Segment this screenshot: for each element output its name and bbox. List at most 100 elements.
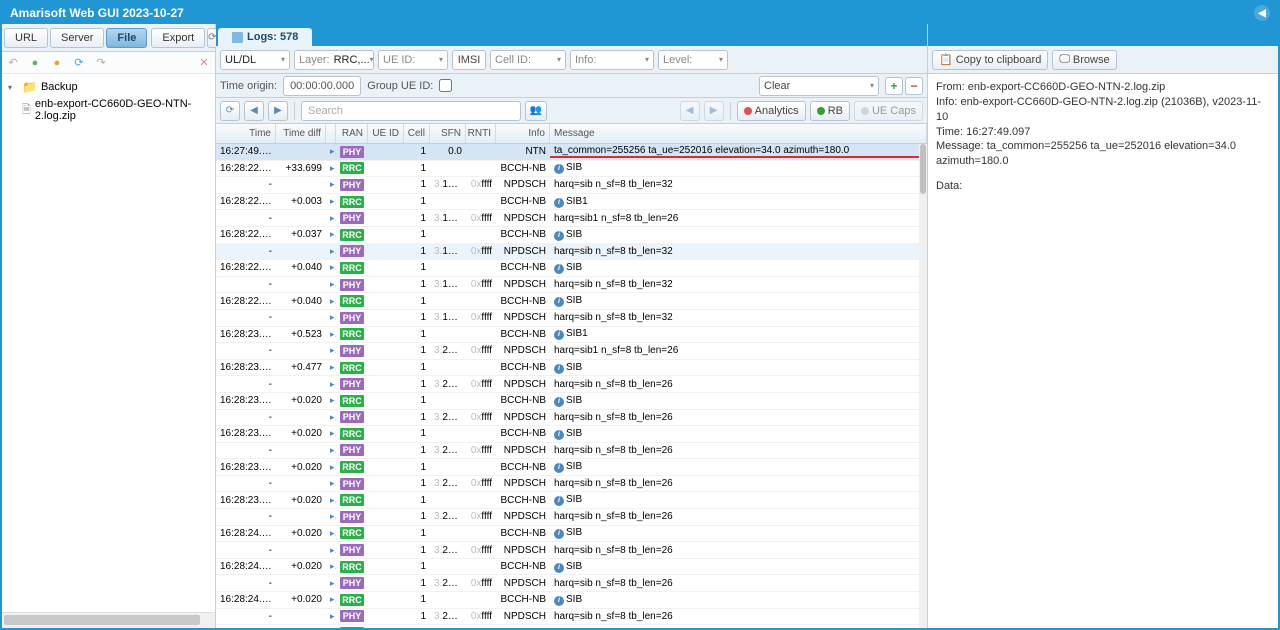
log-panel: Logs: 578 UL/DL▾ Layer:RRC,...▾ UE ID:▾ … — [216, 24, 928, 628]
table-row[interactable]: -▸PHY13.152.10xffffNPDSCHharq=sib n_sf=8… — [216, 277, 927, 294]
sidebar-hscroll[interactable] — [2, 612, 215, 628]
table-row[interactable]: -▸PHY13.148.10xffffNPDSCHharq=sib n_sf=8… — [216, 244, 927, 261]
table-row[interactable]: -▸PHY13.144.10xffffNPDSCHharq=sib n_sf=8… — [216, 177, 927, 194]
tree-toggle-icon[interactable]: ▾ — [8, 83, 18, 92]
tab-label: Logs: 578 — [247, 31, 298, 43]
export-button[interactable]: Export — [151, 28, 205, 48]
col-rnti[interactable]: RNTI — [466, 124, 496, 143]
col-sfn[interactable]: SFN — [430, 124, 466, 143]
forward-icon[interactable]: ↷ — [94, 56, 108, 70]
table-row[interactable]: 16:28:24.016+0.020▸RRC1BCCH-NBiSIB — [216, 526, 927, 543]
cellid-combo[interactable]: Cell ID:▾ — [490, 50, 566, 70]
table-row[interactable]: -▸PHY13.262.10xffffNPDSCHharq=sib n_sf=8… — [216, 476, 927, 493]
layer-combo[interactable]: Layer:RRC,...▾ — [294, 50, 374, 70]
col-cell[interactable]: Cell — [404, 124, 430, 143]
grid-header: Time Time diff RAN UE ID Cell SFN RNTI I… — [216, 124, 927, 144]
from-label: From: — [936, 81, 965, 93]
table-row[interactable]: 16:28:23.916+0.477▸RRC1BCCH-NBiSIB — [216, 360, 927, 377]
analytics-button[interactable]: Analytics — [737, 101, 806, 121]
collapse-icon[interactable]: ◀ — [1254, 5, 1270, 21]
info-label: Info: — [936, 96, 957, 108]
log-grid: Time Time diff RAN UE ID Cell SFN RNTI I… — [216, 124, 927, 628]
search-row: ⟳ ◀ ▶ Search 👥 ◀ ▶ Analytics RB UE Caps — [216, 98, 927, 124]
table-row[interactable]: 16:28:24.076+0.020▸RRC1BCCH-NBiSIB — [216, 625, 927, 628]
table-row[interactable]: 16:28:22.799+0.003▸RRC1BCCH-NBiSIB1 — [216, 194, 927, 211]
table-row[interactable]: -▸PHY13.256.10xffffNPDSCHharq=sib n_sf=8… — [216, 376, 927, 393]
table-row[interactable]: -▸PHY13.264.10xffffNPDSCHharq=sib n_sf=8… — [216, 509, 927, 526]
browse-button[interactable]: 🖵Browse — [1052, 50, 1116, 70]
tree-file[interactable]: 🗎 enb-export-CC660D-GEO-NTN-2.log.zip — [2, 96, 215, 124]
group-ueid-checkbox[interactable] — [439, 79, 452, 92]
back-icon[interactable]: ↶ — [6, 56, 20, 70]
table-row[interactable]: 16:28:22.916+0.040▸RRC1BCCH-NBiSIB — [216, 293, 927, 310]
imsi-button[interactable]: IMSI — [452, 50, 486, 70]
table-row[interactable]: 16:27:49.097▸PHY10.0NTNta_common=255256 … — [216, 144, 927, 161]
col-time[interactable]: Time — [216, 124, 276, 143]
level-combo[interactable]: Level:▾ — [658, 50, 728, 70]
add-button[interactable]: + — [885, 77, 903, 95]
time-origin-label: Time origin: — [220, 80, 277, 92]
nav-prev-result-icon[interactable]: ◀ — [680, 101, 700, 121]
group-ueid-label: Group UE ID: — [367, 80, 433, 92]
reload-icon[interactable]: ⟳ — [72, 56, 86, 70]
table-row[interactable]: 16:28:23.439+0.523▸RRC1BCCH-NBiSIB1 — [216, 327, 927, 344]
clipboard-icon: 📋 — [939, 53, 953, 66]
table-row[interactable]: 16:28:23.976+0.020▸RRC1BCCH-NBiSIB — [216, 459, 927, 476]
table-row[interactable]: 16:28:23.936+0.020▸RRC1BCCH-NBiSIB — [216, 393, 927, 410]
table-row[interactable]: 16:28:22.876+0.040▸RRC1BCCH-NBiSIB — [216, 260, 927, 277]
clear-combo[interactable]: Clear▾ — [759, 76, 879, 96]
table-row[interactable]: 16:28:22.796+33.699▸RRC1BCCH-NBiSIB — [216, 161, 927, 178]
table-row[interactable]: 16:28:24.056+0.020▸RRC1BCCH-NBiSIB — [216, 592, 927, 609]
nav-back-icon[interactable]: ◀ — [244, 101, 264, 121]
col-msg[interactable]: Message — [550, 124, 927, 143]
table-row[interactable]: -▸PHY13.258.10xffffNPDSCHharq=sib n_sf=8… — [216, 410, 927, 427]
pause-icon[interactable]: ● — [50, 56, 64, 70]
grid-body[interactable]: 16:27:49.097▸PHY10.0NTNta_common=255256 … — [216, 144, 927, 628]
nav-next-result-icon[interactable]: ▶ — [704, 101, 724, 121]
grid-vscroll[interactable] — [919, 144, 927, 628]
table-row[interactable]: 16:28:22.836+0.037▸RRC1BCCH-NBiSIB — [216, 227, 927, 244]
col-ueid[interactable]: UE ID — [368, 124, 404, 143]
table-row[interactable]: 16:28:23.956+0.020▸RRC1BCCH-NBiSIB — [216, 426, 927, 443]
table-row[interactable]: -▸PHY13.266.10xffffNPDSCHharq=sib n_sf=8… — [216, 542, 927, 559]
close-icon[interactable]: ✕ — [197, 56, 211, 70]
info-combo[interactable]: Info:▾ — [570, 50, 654, 70]
uldl-combo[interactable]: UL/DL▾ — [220, 50, 290, 70]
table-row[interactable]: -▸PHY13.260.10xffffNPDSCHharq=sib n_sf=8… — [216, 443, 927, 460]
msg-label: Message: — [936, 140, 984, 152]
search-people-icon[interactable]: 👥 — [525, 101, 547, 121]
file-tree: ▾ 📁 Backup 🗎 enb-export-CC660D-GEO-NTN-2… — [2, 74, 215, 612]
table-row[interactable]: 16:28:24.036+0.020▸RRC1BCCH-NBiSIB — [216, 559, 927, 576]
col-info[interactable]: Info — [496, 124, 550, 143]
url-button[interactable]: URL — [4, 28, 48, 48]
nav-refresh-icon[interactable]: ⟳ — [220, 101, 240, 121]
tab-strip: Logs: 578 — [216, 24, 927, 46]
copy-button[interactable]: 📋Copy to clipboard — [932, 50, 1048, 70]
server-button[interactable]: Server — [50, 28, 104, 48]
titlebar: Amarisoft Web GUI 2023-10-27 ◀ — [2, 2, 1278, 24]
tree-folder[interactable]: ▾ 📁 Backup — [2, 78, 215, 96]
search-input[interactable]: Search — [301, 101, 521, 121]
nav-forward-icon[interactable]: ▶ — [268, 101, 288, 121]
file-button[interactable]: File — [106, 28, 147, 48]
play-icon[interactable]: ● — [28, 56, 42, 70]
info-value: enb-export-CC660D-GEO-NTN-2.log.zip (210… — [936, 96, 1261, 123]
table-row[interactable]: -▸PHY13.270.10xffffNPDSCHharq=sib n_sf=8… — [216, 609, 927, 626]
folder-icon: 📁 — [22, 80, 37, 94]
col-dir[interactable] — [326, 124, 336, 143]
tab-logs[interactable]: Logs: 578 — [218, 28, 312, 46]
ueid-combo[interactable]: UE ID:▾ — [378, 50, 448, 70]
table-row[interactable]: -▸PHY13.156.10xffffNPDSCHharq=sib n_sf=8… — [216, 310, 927, 327]
remove-button[interactable]: − — [905, 77, 923, 95]
col-diff[interactable]: Time diff — [276, 124, 326, 143]
rb-button[interactable]: RB — [810, 101, 850, 121]
table-row[interactable]: -▸PHY13.144.40xffffNPDSCHharq=sib1 n_sf=… — [216, 210, 927, 227]
file-icon: 🗎 — [22, 101, 31, 120]
table-row[interactable]: 16:28:23.996+0.020▸RRC1BCCH-NBiSIB — [216, 492, 927, 509]
from-value: enb-export-CC660D-GEO-NTN-2.log.zip — [968, 81, 1165, 93]
uecaps-button: UE Caps — [854, 101, 923, 121]
table-row[interactable]: -▸PHY13.208.40xffffNPDSCHharq=sib1 n_sf=… — [216, 343, 927, 360]
time-origin-input[interactable]: 00:00:00.000 — [283, 76, 361, 96]
col-ran[interactable]: RAN — [336, 124, 368, 143]
table-row[interactable]: -▸PHY13.268.10xffffNPDSCHharq=sib n_sf=8… — [216, 575, 927, 592]
